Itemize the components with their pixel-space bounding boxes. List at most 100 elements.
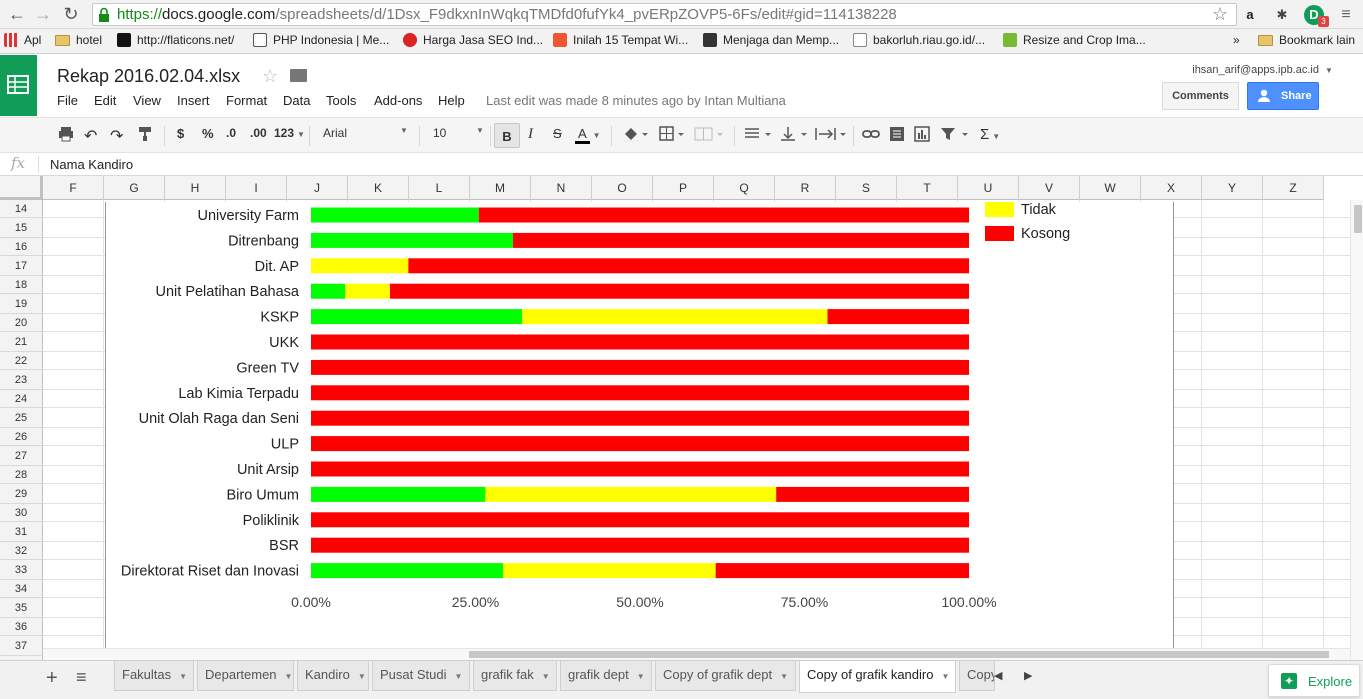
row-header-19[interactable]: 19 [0, 294, 43, 314]
reload-icon[interactable]: ↻ [60, 4, 82, 24]
all-sheets-menu-icon[interactable]: ≡ [76, 667, 87, 688]
vertical-align-icon[interactable] [780, 126, 810, 145]
bar-segment[interactable] [389, 283, 970, 299]
sheet-tab[interactable]: Copy of grafik dept ▼ [655, 661, 796, 691]
column-header-p[interactable]: P [653, 176, 714, 200]
column-header-q[interactable]: Q [714, 176, 775, 200]
chevron-down-icon[interactable]: ▼ [941, 672, 949, 681]
bar-segment[interactable] [485, 486, 777, 502]
row-header-34[interactable]: 34 [0, 580, 43, 598]
bar-segment[interactable] [776, 486, 969, 502]
column-header-m[interactable]: M [470, 176, 531, 200]
column-header-j[interactable]: J [287, 176, 348, 200]
column-header-s[interactable]: S [836, 176, 897, 200]
amazon-extension-icon[interactable]: a [1240, 5, 1260, 25]
menu-view[interactable]: View [133, 93, 161, 108]
row-header-21[interactable]: 21 [0, 332, 43, 352]
bar-segment[interactable] [408, 258, 969, 274]
column-header-t[interactable]: T [897, 176, 958, 200]
merge-cells-icon[interactable] [694, 126, 724, 145]
sheet-tab[interactable]: Pusat Studi ▼ [372, 661, 470, 691]
horizontal-scrollbar[interactable] [43, 648, 1350, 660]
row-header-32[interactable]: 32 [0, 542, 43, 560]
column-header-n[interactable]: N [531, 176, 592, 200]
menu-format[interactable]: Format [226, 93, 267, 108]
row-header-23[interactable]: 23 [0, 370, 43, 390]
more-formats-button[interactable]: 123 ▼ [274, 126, 305, 140]
row-header-33[interactable]: 33 [0, 560, 43, 580]
print-icon[interactable] [58, 126, 74, 145]
formula-input[interactable]: Nama Kandiro [50, 157, 133, 172]
chart-container[interactable]: University Farm Ditrenbang Dit. AP Unit Pel… [105, 202, 1174, 648]
chevron-down-icon[interactable]: ▼ [358, 672, 366, 681]
row-header-26[interactable]: 26 [0, 428, 43, 446]
chevron-down-icon[interactable]: ▼ [179, 672, 187, 681]
last-edit-status[interactable]: Last edit was made 8 minutes ago by Inta… [486, 93, 786, 108]
italic-button[interactable]: I [528, 126, 533, 143]
horizontal-scroll-thumb[interactable] [469, 651, 1329, 658]
bar-segment[interactable] [311, 563, 504, 579]
chevron-down-icon[interactable]: ▼ [285, 672, 293, 681]
sheet-tab[interactable]: grafik fak ▼ [473, 661, 557, 691]
column-header-g[interactable]: G [104, 176, 165, 200]
column-header-i[interactable]: I [226, 176, 287, 200]
bar-segment[interactable] [478, 207, 969, 223]
column-header-z[interactable]: Z [1263, 176, 1324, 200]
row-header-14[interactable]: 14 [0, 200, 43, 218]
sheet-tab[interactable]: Copy of grafik kandiro ▼ [799, 661, 956, 693]
borders-icon[interactable] [659, 126, 687, 145]
row-header-31[interactable]: 31 [0, 522, 43, 542]
back-arrow-icon[interactable]: ← [6, 4, 28, 24]
bar-segment[interactable] [513, 232, 969, 248]
row-header-36[interactable]: 36 [0, 618, 43, 636]
filter-icon[interactable] [940, 126, 970, 145]
bar-segment[interactable] [503, 563, 716, 579]
bookmark-bakorluh[interactable]: bakorluh.riau.go.id/... [853, 33, 985, 47]
text-wrapping-icon[interactable] [815, 126, 849, 145]
forward-arrow-icon[interactable]: → [32, 4, 54, 24]
chevron-down-icon[interactable]: ▼ [637, 672, 645, 681]
paint-format-icon[interactable] [137, 126, 153, 145]
sheet-tab[interactable]: Kandiro ▼ [297, 661, 369, 691]
address-bar[interactable]: https://docs.google.com/spreadsheets/d/1… [92, 3, 1237, 26]
star-icon[interactable]: ☆ [262, 66, 278, 87]
sheet-tab[interactable]: Departemen ▼ [197, 661, 294, 691]
column-header-v[interactable]: V [1019, 176, 1080, 200]
share-button[interactable]: Share [1247, 82, 1319, 110]
bookmark-other[interactable]: Bookmark lain [1258, 33, 1355, 47]
bug-extension-icon[interactable]: ✱ [1272, 5, 1292, 25]
column-header-h[interactable]: H [165, 176, 226, 200]
menu-help[interactable]: Help [438, 93, 465, 108]
increase-decimal-button[interactable]: .00 [250, 126, 267, 140]
chevron-down-icon[interactable]: ▼ [455, 672, 463, 681]
insert-link-icon[interactable] [862, 126, 880, 145]
column-header-o[interactable]: O [592, 176, 653, 200]
bookmark-resize-crop[interactable]: Resize and Crop Ima... [1003, 33, 1146, 47]
vertical-scroll-thumb[interactable] [1354, 205, 1362, 233]
bar-segment[interactable] [311, 258, 409, 274]
column-header-y[interactable]: Y [1202, 176, 1263, 200]
bar-segment[interactable] [311, 461, 969, 477]
bar-segment[interactable] [311, 385, 969, 401]
fill-color-icon[interactable] [623, 126, 651, 145]
column-header-w[interactable]: W [1080, 176, 1141, 200]
row-header-24[interactable]: 24 [0, 390, 43, 408]
bar-segment[interactable] [522, 309, 828, 325]
bar-segment[interactable] [311, 410, 969, 426]
bookmark-star-icon[interactable]: ☆ [1212, 4, 1228, 25]
menu-edit[interactable]: Edit [94, 93, 116, 108]
bar-segment[interactable] [311, 436, 969, 452]
row-header-16[interactable]: 16 [0, 238, 43, 256]
scroll-tabs-left-icon[interactable]: ◀ [994, 669, 1002, 682]
column-header-u[interactable]: U [958, 176, 1019, 200]
functions-button[interactable]: Σ ▼ [980, 126, 1000, 143]
bar-segment[interactable] [827, 309, 969, 325]
user-email[interactable]: ihsan_arif@apps.ipb.ac.id [1192, 64, 1319, 76]
text-color-button[interactable]: A ▼ [575, 126, 601, 144]
menu-data[interactable]: Data [283, 93, 310, 108]
document-title[interactable]: Rekap 2016.02.04.xlsx [57, 66, 240, 87]
sheet-tab[interactable]: Fakultas ▼ [114, 661, 194, 691]
sheets-logo[interactable] [0, 55, 37, 116]
sheet-tab[interactable]: grafik dept ▼ [560, 661, 652, 691]
horizontal-align-icon[interactable] [744, 126, 774, 145]
